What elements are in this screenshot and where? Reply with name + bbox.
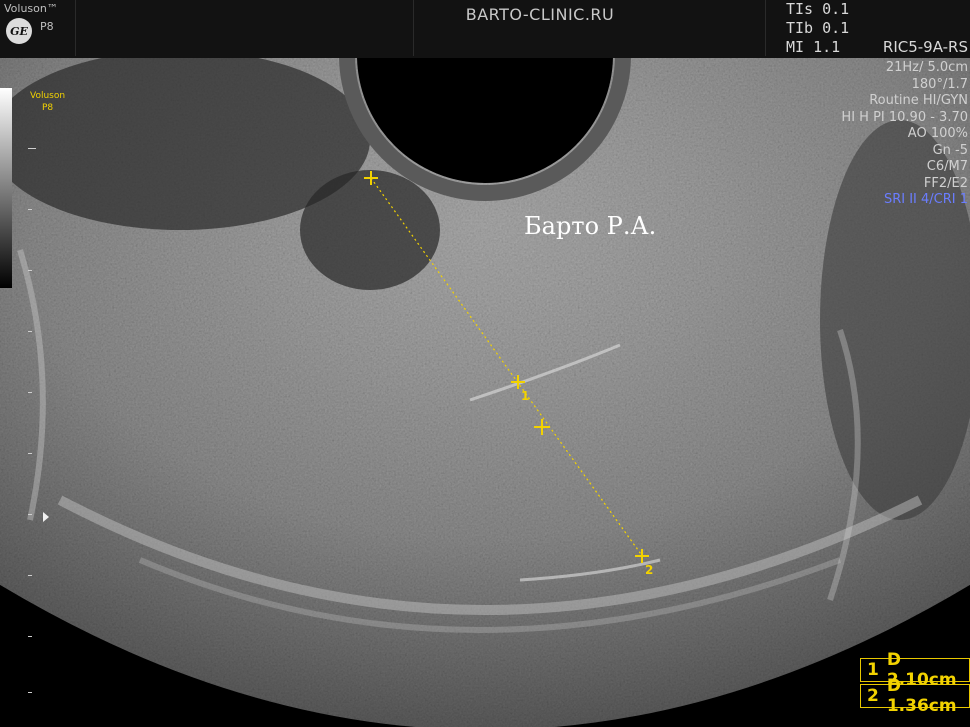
- caliper-label-2: 2: [645, 563, 654, 577]
- ultrasound-image: [0, 58, 970, 727]
- param-line: 21Hz/ 5.0cm: [885, 60, 968, 75]
- clinic-name: BARTO-CLINIC.RU: [465, 5, 615, 24]
- probe-id: RIC5-9A-RS: [882, 38, 968, 56]
- param-line: Routine HI/GYN: [869, 93, 968, 108]
- depth-tick: [28, 514, 32, 515]
- focus-marker-icon: [43, 512, 49, 522]
- header-cell: [75, 0, 414, 56]
- mechanical-index: MI 1.1: [786, 38, 841, 56]
- side-brand-name: Voluson: [30, 91, 66, 101]
- depth-tick: [28, 636, 32, 637]
- param-line-highlight: SRI II 4/CRI 1: [883, 192, 968, 207]
- param-line: AO 100%: [907, 126, 968, 141]
- depth-tick: [28, 692, 32, 693]
- param-line: Gn -5: [932, 142, 968, 158]
- depth-tick: [28, 148, 36, 149]
- system-name: Voluson™: [4, 2, 58, 15]
- caliper-label-1: 1: [521, 389, 530, 403]
- top-bar: Voluson™ GE P8 BARTO-CLINIC.RU TIs 0.1 T…: [0, 0, 970, 58]
- measurement-index: 2: [867, 686, 879, 706]
- acquisition-parameters: 21Hz/ 5.0cm 180°/1.7 Routine HI/GYN HI H…: [841, 60, 968, 209]
- thermal-index-soft: TIs 0.1: [786, 0, 850, 18]
- side-brand: Voluson P8: [30, 90, 65, 114]
- grayscale-bar: [0, 88, 12, 288]
- depth-tick: [28, 392, 32, 393]
- param-line: HI H PI 10.90 - 3.70: [841, 109, 968, 125]
- depth-tick: [28, 270, 32, 271]
- depth-tick: [28, 575, 32, 576]
- ge-logo: GE: [6, 18, 32, 44]
- depth-tick: [28, 209, 32, 210]
- param-line: FF2/E2: [923, 175, 968, 191]
- measurement-2: 2 D 1.36cm: [860, 676, 970, 716]
- param-line: C6/M7: [926, 159, 968, 174]
- watermark: Барто Р.А.: [524, 212, 657, 240]
- depth-tick: [28, 453, 32, 454]
- measurement-value: D 1.36cm: [886, 676, 957, 716]
- probe-model: P8: [40, 20, 54, 33]
- side-model: P8: [41, 103, 54, 113]
- measurement-index: 1: [867, 660, 879, 680]
- param-line: 180°/1.7: [911, 76, 968, 92]
- depth-tick: [28, 331, 32, 332]
- thermal-index-bone: TIb 0.1: [786, 19, 850, 37]
